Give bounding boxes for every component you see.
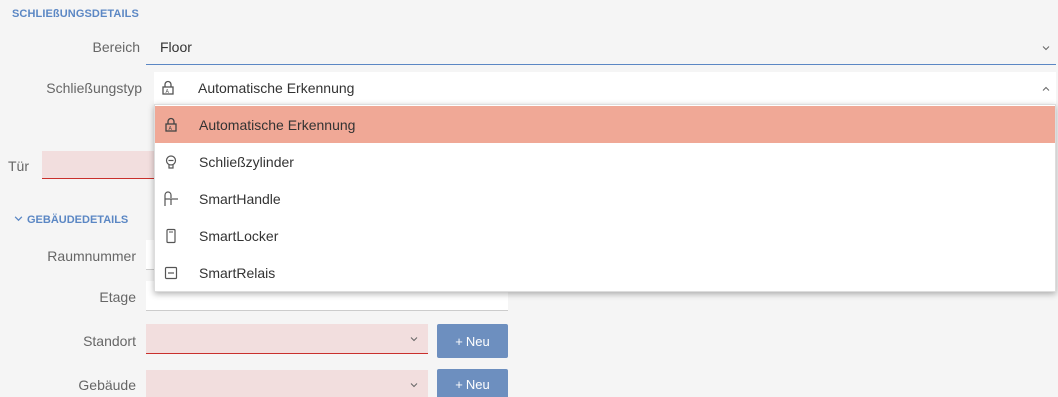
relais-icon <box>163 265 179 281</box>
svg-text:A: A <box>169 126 173 132</box>
tuer-input[interactable] <box>42 151 162 179</box>
chevron-down-icon <box>410 335 418 343</box>
plus-icon: + <box>455 333 463 349</box>
lock-auto-icon: A <box>163 117 179 133</box>
raumnummer-label: Raumnummer <box>47 248 136 264</box>
chevron-down-icon <box>410 381 418 389</box>
chevron-up-icon <box>1042 85 1050 93</box>
handle-icon <box>163 190 179 207</box>
dropdown-item-label: Automatische Erkennung <box>199 116 356 133</box>
dropdown-item-automatische-erkennung[interactable]: A Automatische Erkennung <box>155 106 1055 143</box>
schliessungstyp-select[interactable]: A Automatische Erkennung <box>154 72 1056 104</box>
gebaeudedetails-title: GEBÄUDEDETAILS <box>27 214 129 227</box>
bereich-label: Bereich <box>92 39 140 55</box>
standort-label: Standort <box>83 333 136 349</box>
gebaeude-label: Gebäude <box>78 377 136 393</box>
etage-label: Etage <box>99 289 136 305</box>
lock-auto-icon: A <box>160 80 176 101</box>
gebaeude-neu-button[interactable]: + Neu <box>437 369 508 397</box>
locker-icon <box>163 228 179 244</box>
dropdown-item-schliesszylinder[interactable]: Schließzylinder <box>155 143 1055 180</box>
gebaeude-select[interactable] <box>146 370 428 397</box>
dropdown-item-smartrelais[interactable]: SmartRelais <box>155 254 1055 291</box>
dropdown-item-smarthandle[interactable]: SmartHandle <box>155 180 1055 217</box>
dropdown-item-label: SmartLocker <box>199 227 279 244</box>
schliessungstyp-value: Automatische Erkennung <box>198 80 355 96</box>
dropdown-item-label: SmartHandle <box>199 190 281 207</box>
section-title: SCHLIEßUNGSDETAILS <box>12 8 139 20</box>
tuer-label: Tür <box>8 158 29 174</box>
standort-select[interactable] <box>146 324 428 354</box>
chevron-down-icon <box>14 214 23 226</box>
chevron-down-icon <box>1042 44 1050 52</box>
bereich-select[interactable]: Floor <box>146 34 1056 64</box>
plus-icon: + <box>455 376 463 392</box>
schliessungstyp-label: Schließungstyp <box>46 80 142 96</box>
bereich-underline <box>146 64 1056 65</box>
schliessungstyp-dropdown: A Automatische Erkennung Schließzylinder… <box>154 104 1056 292</box>
dropdown-item-label: SmartRelais <box>199 264 276 281</box>
neu-label: Neu <box>465 376 490 392</box>
neu-label: Neu <box>465 333 490 349</box>
svg-text:A: A <box>166 89 170 95</box>
dropdown-item-smartlocker[interactable]: SmartLocker <box>155 217 1055 254</box>
dropdown-item-label: Schließzylinder <box>199 153 294 170</box>
cylinder-icon <box>163 154 179 170</box>
standort-neu-button[interactable]: + Neu <box>437 324 508 358</box>
bereich-value: Floor <box>160 39 192 55</box>
gebaeudedetails-toggle[interactable]: GEBÄUDEDETAILS <box>14 214 128 226</box>
